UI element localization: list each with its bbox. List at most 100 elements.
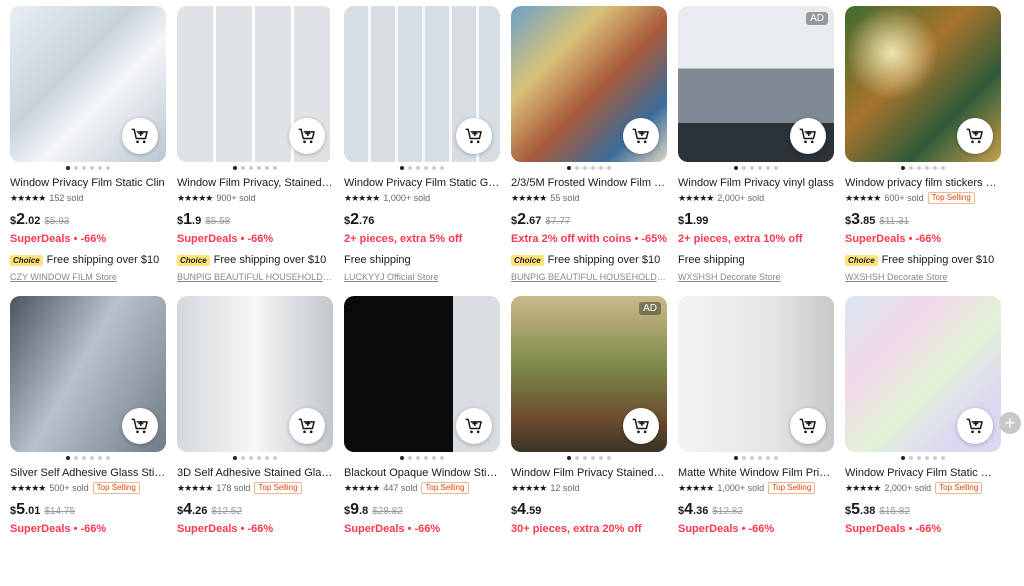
product-title[interactable]: Window Film Privacy Stained Glass [511,466,667,480]
store-link[interactable]: BUNPIG BEAUTIFUL HOUSEHOLDING [177,272,333,282]
add-to-cart-icon[interactable] [790,408,826,444]
add-to-cart-icon[interactable] [122,118,158,154]
product-image[interactable] [344,296,500,452]
product-card[interactable]: Window Privacy Film Static Clin ★★★★★ 15… [10,6,166,296]
current-price: $4.26 [177,501,208,518]
product-title[interactable]: Window privacy film stickers anti [845,176,1001,190]
image-carousel-dots[interactable] [678,452,834,464]
price-row: $4.36 $12.82 [678,501,834,519]
promotion-text: SuperDeals • -66% [10,233,107,245]
original-price: $14.75 [44,506,75,517]
store-link[interactable]: CZY WINDOW FILM Store [10,272,166,282]
store-link[interactable]: WXSHSH Decorate Store [845,272,1001,282]
image-carousel-dots[interactable] [845,162,1001,174]
star-rating-icon: ★★★★★ [344,192,380,203]
star-rating-icon: ★★★★★ [678,482,714,493]
store-link[interactable]: BUNPIG BEAUTIFUL HOUSEHOLDING [511,272,667,282]
product-title[interactable]: Window Film Privacy, Stained Gl [177,176,333,190]
choice-badge: Choice [177,254,210,266]
product-image[interactable] [10,296,166,452]
product-image[interactable] [845,296,1001,452]
product-card[interactable]: 3D Self Adhesive Stained Glass Film ★★★★… [177,296,333,586]
product-image[interactable]: AD [678,6,834,162]
promotion-text: SuperDeals • -66% [177,523,274,535]
product-image[interactable] [10,6,166,162]
original-price: $7.77 [545,216,571,227]
add-to-cart-icon[interactable] [790,118,826,154]
image-carousel-dots[interactable] [678,162,834,174]
product-card[interactable]: AD Window Film Privacy vinyl glass ★★★★★… [678,6,834,296]
image-carousel-dots[interactable] [344,452,500,464]
add-to-cart-icon[interactable] [456,408,492,444]
star-rating-icon: ★★★★★ [845,192,881,203]
current-price: $1.9 [177,211,202,228]
product-image[interactable] [344,6,500,162]
product-card[interactable]: Window privacy film stickers anti ★★★★★ … [845,6,1001,296]
product-image[interactable] [177,6,333,162]
shipping-row: Choice Free shipping over $10 [177,253,333,267]
current-price: $5.01 [10,501,41,518]
store-link[interactable]: WXSHSH Decorate Store [678,272,834,282]
product-card[interactable]: 2/3/5M Frosted Window Film Priv ★★★★★ 55… [511,6,667,296]
store-link[interactable]: LUCKYYJ Official Store [344,272,500,282]
add-to-cart-icon[interactable] [623,118,659,154]
product-title[interactable]: Window Privacy Film Static Glass [344,176,500,190]
shipping-row: Free shipping [344,253,500,267]
product-title[interactable]: Window Film Privacy vinyl glass [678,176,834,190]
star-rating-icon: ★★★★★ [177,192,213,203]
plus-icon[interactable]: + [999,412,1021,434]
product-card[interactable]: Window Privacy Film Static Glass ★★★★★ 1… [344,6,500,296]
price-row: $2.76 [344,211,500,229]
product-card[interactable]: Silver Self Adhesive Glass Sticker ★★★★★… [10,296,166,586]
product-title[interactable]: 3D Self Adhesive Stained Glass Film [177,466,333,480]
product-title[interactable]: Window Privacy Film Static Window [845,466,1001,480]
image-carousel-dots[interactable] [845,452,1001,464]
promotion-text: SuperDeals • -66% [845,523,942,535]
add-to-cart-icon[interactable] [289,408,325,444]
promotion-text: SuperDeals • -66% [10,523,107,535]
product-image[interactable] [511,6,667,162]
product-title[interactable]: Window Privacy Film Static Clin [10,176,166,190]
add-to-cart-icon[interactable] [957,118,993,154]
sold-count: 12 sold [550,483,580,493]
sold-count: 2,000+ sold [717,193,765,203]
product-image[interactable]: AD [511,296,667,452]
product-card[interactable]: Blackout Opaque Window Sticker ★★★★★ 447… [344,296,500,586]
rating-row: ★★★★★ 500+ sold Top Selling [10,481,166,495]
image-carousel-dots[interactable] [177,452,333,464]
product-card[interactable]: AD Window Film Privacy Stained Glass ★★★… [511,296,667,586]
product-card[interactable]: Window Film Privacy, Stained Gl ★★★★★ 90… [177,6,333,296]
rating-row: ★★★★★ 2,000+ sold Top Selling [845,481,1001,495]
image-carousel-dots[interactable] [344,162,500,174]
product-card[interactable]: Window Privacy Film Static Window ★★★★★ … [845,296,1001,586]
sold-count: 447 sold [383,483,418,493]
product-image[interactable] [845,6,1001,162]
product-card[interactable]: Matte White Window Film Privacy ★★★★★ 1,… [678,296,834,586]
original-price: $5.93 [44,216,70,227]
image-carousel-dots[interactable] [511,162,667,174]
product-title[interactable]: Matte White Window Film Privacy [678,466,834,480]
image-carousel-dots[interactable] [10,162,166,174]
product-image[interactable] [177,296,333,452]
product-title[interactable]: Blackout Opaque Window Sticker [344,466,500,480]
current-price: $4.36 [678,501,709,518]
product-title[interactable]: Silver Self Adhesive Glass Sticker [10,466,166,480]
image-carousel-dots[interactable] [511,452,667,464]
add-to-cart-icon[interactable] [456,118,492,154]
promotion-text: SuperDeals • -66% [678,523,775,535]
price-row: $5.01 $14.75 [10,501,166,519]
add-to-cart-icon[interactable] [122,408,158,444]
image-carousel-dots[interactable] [10,452,166,464]
star-rating-icon: ★★★★★ [511,482,547,493]
add-to-cart-icon[interactable] [289,118,325,154]
rating-row: ★★★★★ 1,000+ sold Top Selling [678,481,834,495]
promotion-text: SuperDeals • -66% [845,233,942,245]
price-row: $5.38 $15.82 [845,501,1001,519]
original-price: $12.82 [712,506,743,517]
product-image[interactable] [678,296,834,452]
product-title[interactable]: 2/3/5M Frosted Window Film Priv [511,176,667,190]
image-carousel-dots[interactable] [177,162,333,174]
price-row: $4.26 $12.52 [177,501,333,519]
add-to-cart-icon[interactable] [623,408,659,444]
add-to-cart-icon[interactable] [957,408,993,444]
